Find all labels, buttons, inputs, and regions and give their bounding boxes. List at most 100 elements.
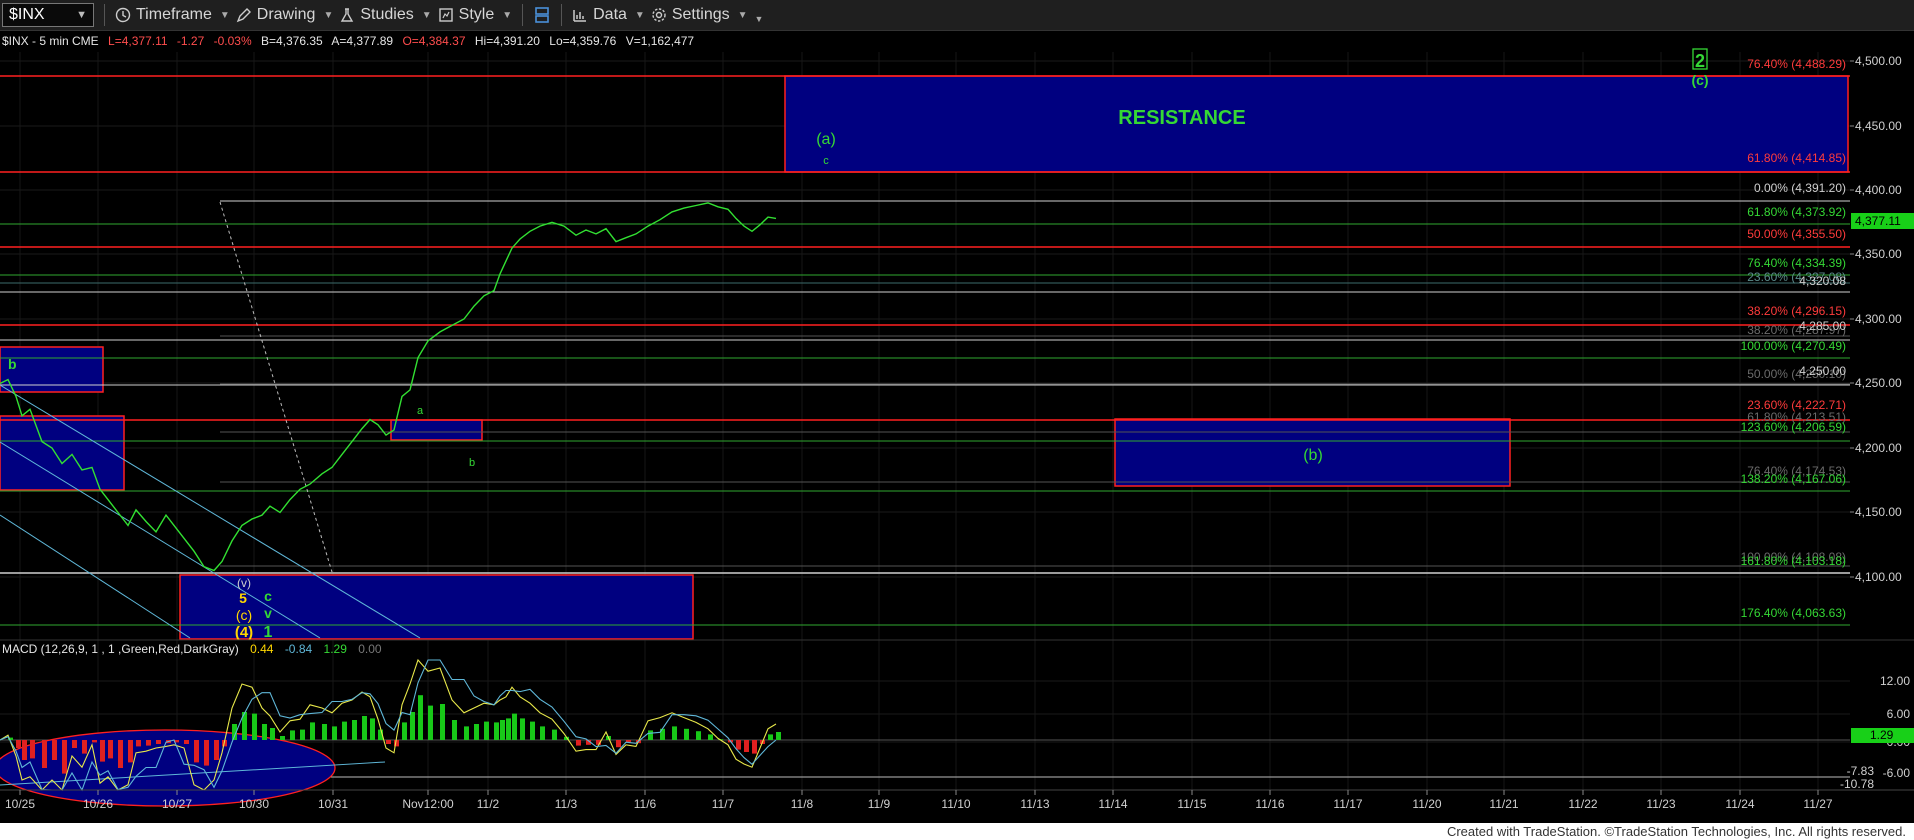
macd-bar bbox=[428, 705, 433, 740]
fib-level-label: 123.60% (4,206.59) bbox=[1741, 420, 1846, 434]
drawing-button[interactable]: Drawing ▼ bbox=[236, 6, 333, 24]
date-tick-label: 11/23 bbox=[1646, 797, 1675, 811]
macd-bar bbox=[194, 740, 199, 763]
date-tick-label: 11/7 bbox=[712, 797, 735, 811]
macd-bar bbox=[146, 740, 151, 746]
layout-button[interactable] bbox=[533, 6, 551, 24]
date-tick-label: 11/16 bbox=[1255, 797, 1284, 811]
date-tick-label: 11/2 bbox=[477, 797, 500, 811]
price-tick-label: 4,400.00 bbox=[1855, 183, 1902, 197]
macd-bar bbox=[744, 740, 749, 752]
macd-bar bbox=[342, 721, 347, 740]
date-tick-label: 11/14 bbox=[1098, 797, 1127, 811]
data-label: Data bbox=[593, 6, 627, 23]
bottom-support-zone[interactable] bbox=[179, 574, 694, 640]
macd-bar bbox=[310, 722, 315, 740]
chevron-down-icon: ▼ bbox=[421, 9, 432, 21]
macd-bar bbox=[552, 729, 557, 740]
date-tick-label: 11/8 bbox=[791, 797, 814, 811]
date-tick-label: 11/9 bbox=[868, 797, 891, 811]
resistance-zone[interactable] bbox=[784, 75, 1849, 173]
macd-bar bbox=[576, 740, 581, 746]
macd-bar bbox=[494, 722, 499, 740]
volume: V=1,162,477 bbox=[626, 34, 695, 48]
macd-bar bbox=[736, 740, 741, 750]
current-price-value: 4,377.11 bbox=[1855, 214, 1901, 228]
wave-label: 1 bbox=[264, 624, 273, 641]
timeframe-button[interactable]: Timeframe ▼ bbox=[115, 6, 230, 24]
price-change: -1.27 bbox=[177, 34, 205, 48]
wave-label: (b) bbox=[1303, 447, 1323, 464]
date-tick-label: 10/31 bbox=[318, 797, 348, 811]
macd-bar bbox=[322, 724, 327, 740]
wave-label: b bbox=[469, 457, 475, 469]
price-tick-label: 4,100.00 bbox=[1855, 570, 1902, 584]
wave-label: 5 bbox=[239, 590, 247, 606]
high-price: Hi=4,391.20 bbox=[475, 34, 540, 48]
macd-bar bbox=[530, 721, 535, 740]
macd-bar bbox=[72, 740, 77, 748]
chevron-down-icon: ▼ bbox=[737, 9, 748, 21]
data-button[interactable]: Data ▼ bbox=[572, 6, 645, 24]
last-price: L=4,377.11 bbox=[108, 34, 168, 48]
macd-bar bbox=[616, 740, 621, 748]
date-tick-label: 11/3 bbox=[555, 797, 578, 811]
macd-bar bbox=[484, 721, 489, 740]
date-tick-label: 11/21 bbox=[1489, 797, 1518, 811]
macd-bar bbox=[506, 718, 511, 740]
style-icon bbox=[438, 7, 454, 23]
macd-bar bbox=[332, 726, 337, 740]
flask-icon bbox=[339, 7, 355, 23]
date-tick-label: 11/6 bbox=[634, 797, 657, 811]
fib-level-label: 176.40% (4,063.63) bbox=[1741, 606, 1846, 620]
macd-bar bbox=[204, 740, 209, 766]
studies-button[interactable]: Studies ▼ bbox=[339, 6, 432, 24]
date-tick-label: 10/25 bbox=[5, 797, 35, 811]
toolbar-divider bbox=[104, 4, 105, 26]
date-tick-label: 11/13 bbox=[1020, 797, 1049, 811]
clock-icon bbox=[115, 7, 131, 23]
overflow-caret-icon: ▼ bbox=[754, 14, 764, 24]
macd-bar bbox=[82, 740, 87, 754]
toolbar-divider bbox=[522, 4, 524, 26]
macd-bar bbox=[370, 718, 375, 740]
price-tick-label: 4,250.00 bbox=[1855, 376, 1902, 390]
macd-bar bbox=[262, 724, 267, 740]
wave-a-box[interactable] bbox=[390, 419, 483, 441]
chevron-down-icon: ▼ bbox=[219, 9, 230, 21]
macd-bar bbox=[252, 713, 257, 740]
chevron-down-icon: ▼ bbox=[634, 9, 645, 21]
macd-value: 0.44 bbox=[250, 642, 274, 656]
macd-tick-label: -6.00 bbox=[1883, 766, 1911, 780]
settings-label: Settings bbox=[671, 6, 730, 23]
macd-tick-label: 12.00 bbox=[1880, 674, 1910, 688]
macd-bar bbox=[136, 740, 141, 747]
macd-extreme-label: -10.78 bbox=[1840, 777, 1874, 791]
open-price: O=4,384.37 bbox=[402, 34, 465, 48]
fib-level-label: 138.20% (4,167.06) bbox=[1741, 472, 1846, 486]
pencil-icon bbox=[236, 7, 252, 23]
macd-header: MACD (12,26,9, 1 , 1 ,Green,Red,DarkGray… bbox=[2, 642, 382, 656]
resistance-label: RESISTANCE bbox=[1118, 107, 1245, 129]
macd-bar bbox=[128, 740, 133, 763]
macd-bar bbox=[540, 726, 545, 740]
fib-level-label: 76.40% (4,488.29) bbox=[1747, 57, 1846, 71]
price-chart[interactable]: RESISTANCE b (a) c a b (b) (v) 5 (c) c v… bbox=[0, 31, 1914, 823]
macd-bar bbox=[452, 720, 457, 740]
wave-label: v bbox=[264, 605, 272, 621]
style-button[interactable]: Style ▼ bbox=[438, 6, 512, 24]
macd-bar bbox=[474, 724, 479, 740]
settings-button[interactable]: Settings ▼ ▼ bbox=[651, 6, 764, 24]
chevron-down-icon: ▼ bbox=[76, 9, 87, 21]
macd-bar bbox=[410, 712, 415, 740]
date-tick-label: 11/24 bbox=[1725, 797, 1754, 811]
timeframe-label: Timeframe bbox=[136, 6, 212, 23]
fib-level-label: 4,320.08 bbox=[1799, 274, 1846, 288]
wave-label: (v) bbox=[237, 576, 251, 590]
fib-level-label: 100.00% (4,270.49) bbox=[1741, 339, 1846, 353]
macd-bar bbox=[696, 731, 701, 740]
price-tick-label: 4,300.00 bbox=[1855, 312, 1902, 326]
macd-bar bbox=[280, 736, 285, 740]
symbol-selector[interactable]: $INX ▼ bbox=[2, 3, 94, 27]
macd-bar bbox=[752, 740, 757, 754]
